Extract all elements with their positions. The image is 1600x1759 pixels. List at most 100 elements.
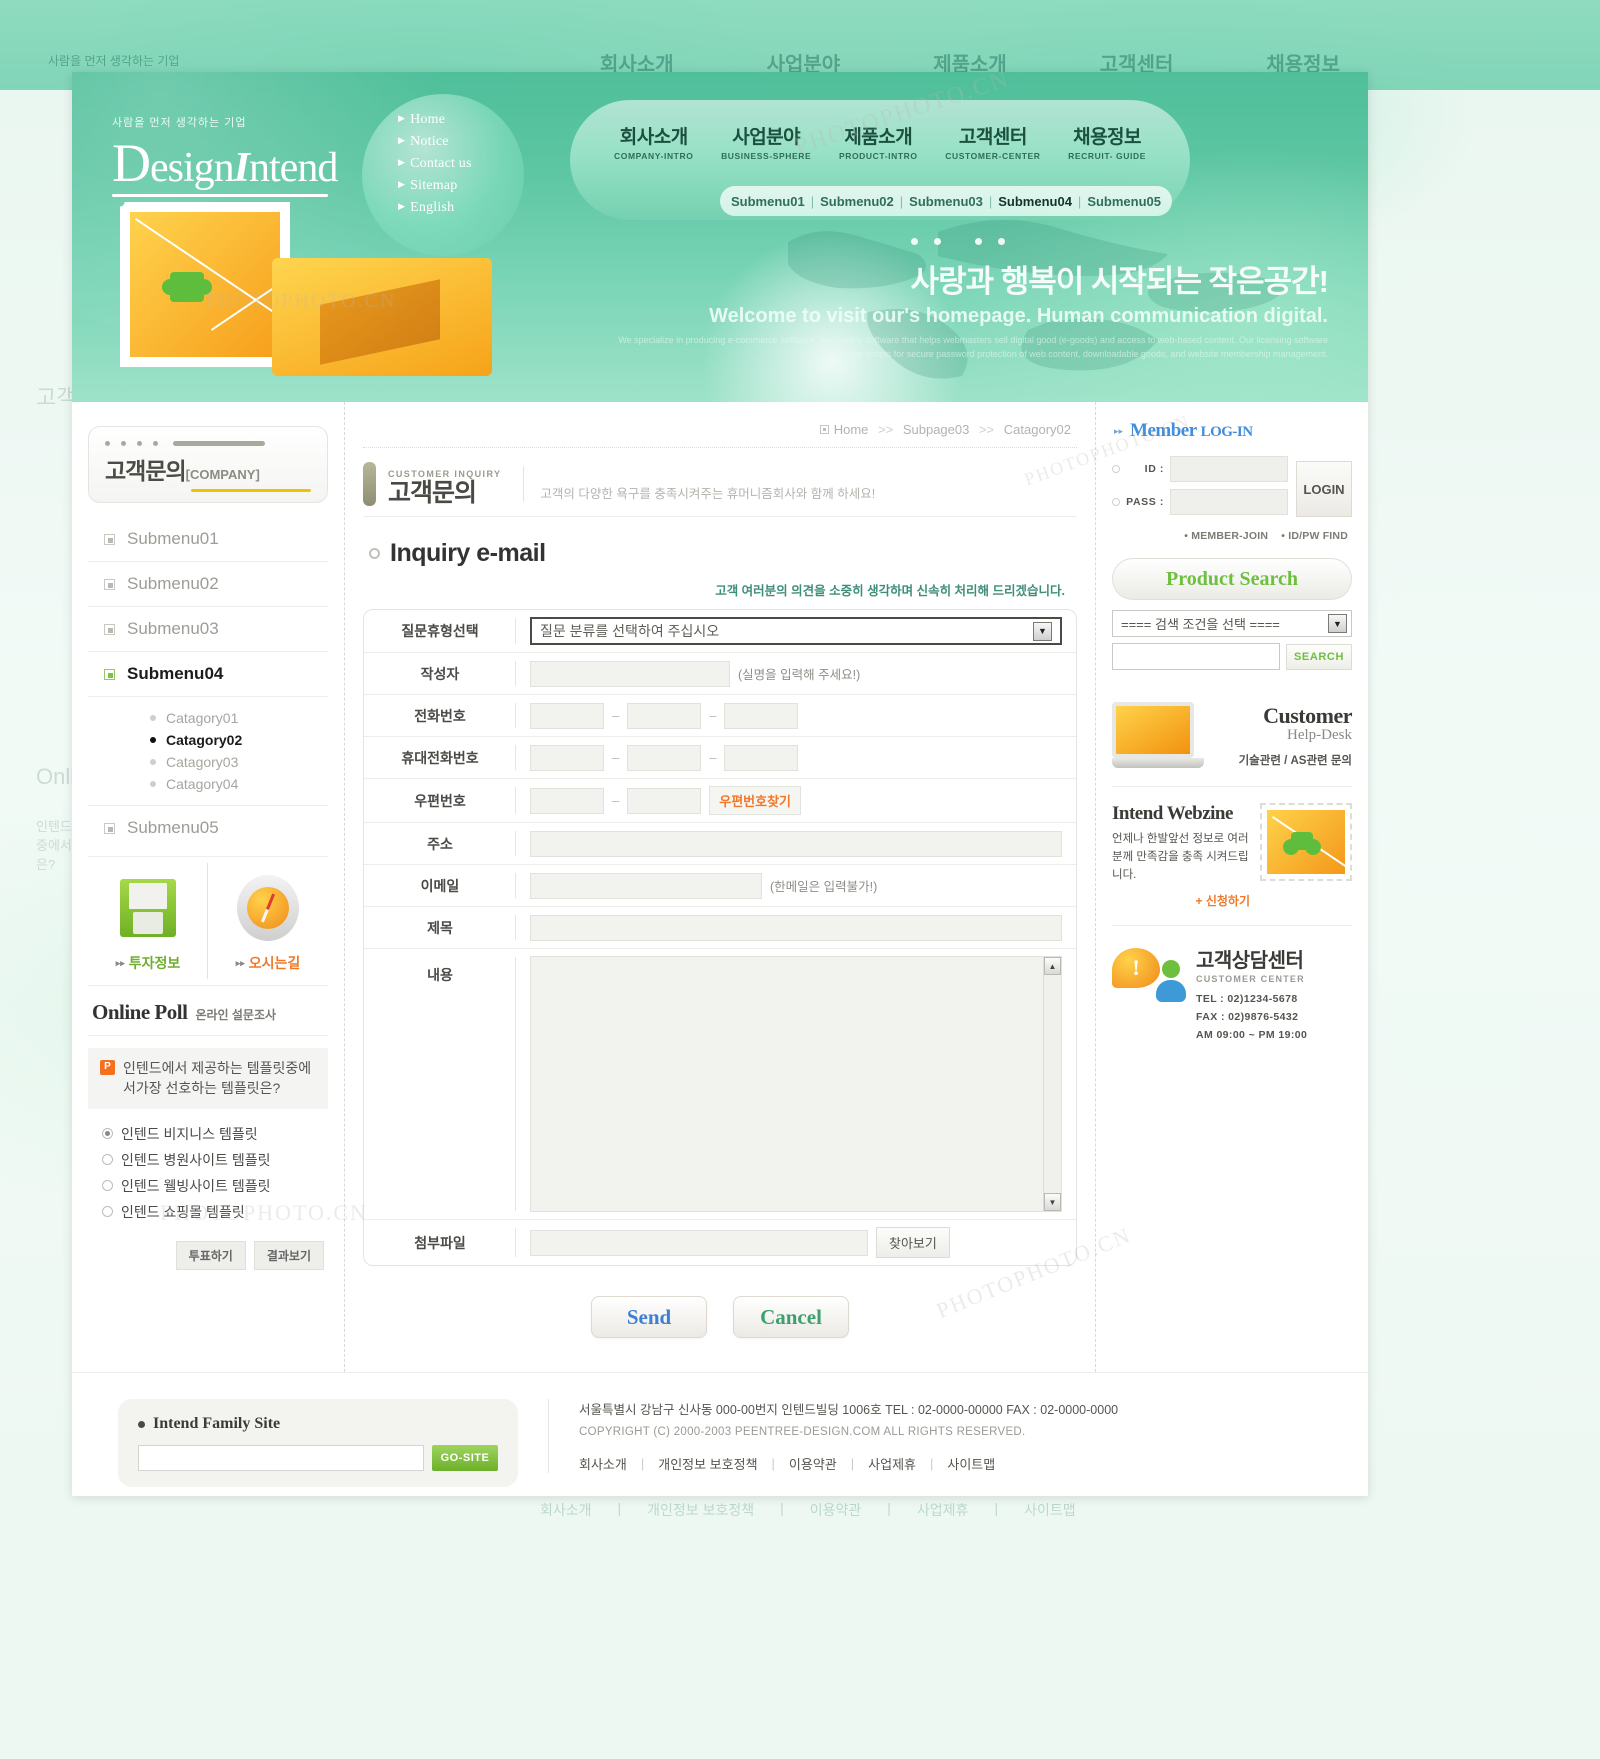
breadcrumb-home[interactable]: Home bbox=[834, 422, 869, 437]
zip-part-2[interactable] bbox=[627, 787, 702, 814]
sidebar-item-label: Submenu05 bbox=[127, 818, 219, 837]
double-arrow-icon: ▸▸ bbox=[115, 958, 125, 968]
author-input[interactable] bbox=[530, 660, 730, 687]
product-search-title[interactable]: Product Search bbox=[1112, 558, 1352, 600]
subject-input[interactable] bbox=[530, 914, 1062, 941]
product-search-select[interactable]: ==== 검색 조건을 선택 ==== ▼ bbox=[1112, 610, 1352, 637]
family-site-select[interactable] bbox=[138, 1445, 424, 1471]
inquiry-type-select[interactable]: 질문 분류를 선택하여 주십시오 ▼ bbox=[530, 617, 1062, 645]
webzine-desc: 언제나 한발앞선 정보로 여러분께 만족감을 충족 시켜드립니다. bbox=[1112, 833, 1249, 881]
login-pass-row: PASS : bbox=[1112, 489, 1288, 515]
section-header: CUSTOMER INQUIRY 고객문의 고객의 다양한 욕구를 충족시켜주는… bbox=[359, 448, 1077, 517]
submenu-sep: | bbox=[988, 193, 993, 209]
poll-option-3[interactable]: 인텐드 웰빙사이트 템플릿 bbox=[102, 1173, 320, 1199]
email-input[interactable] bbox=[530, 872, 762, 899]
sidebar-category-04[interactable]: Catagory04 bbox=[150, 773, 328, 795]
banner-investor-info[interactable]: ▸▸ 투자정보 bbox=[88, 857, 208, 985]
submenu-item-02[interactable]: Submenu02 bbox=[820, 194, 894, 209]
quicknav-label: Sitemap bbox=[410, 178, 458, 193]
quicknav-item-sitemap[interactable]: ▶ Sitemap bbox=[398, 178, 524, 194]
sidebar-item-submenu02[interactable]: Submenu02 bbox=[88, 562, 328, 607]
zip-find-button[interactable]: 우편번호찾기 bbox=[709, 786, 801, 815]
footer-link-sitemap[interactable]: 사이트맵 bbox=[947, 1454, 995, 1473]
poll-option-1[interactable]: 인텐드 비지니스 템플릿 bbox=[102, 1121, 320, 1147]
sidebar-item-submenu05[interactable]: Submenu05 bbox=[88, 806, 328, 850]
radio-icon[interactable] bbox=[102, 1206, 113, 1218]
product-search-input[interactable] bbox=[1112, 643, 1280, 670]
sidebar-category-03[interactable]: Catagory03 bbox=[150, 751, 328, 773]
address-input[interactable] bbox=[530, 830, 1062, 857]
footer-link-privacy[interactable]: 개인정보 보호정책 bbox=[658, 1454, 757, 1473]
quicknav-item-notice[interactable]: ▶ Notice bbox=[398, 134, 524, 150]
help-desk-banner[interactable]: Customer Help-Desk 기술관련 / AS관련 문의 bbox=[1112, 682, 1353, 787]
hero-dot bbox=[911, 238, 918, 245]
sidebar-item-submenu04[interactable]: Submenu04 bbox=[88, 652, 328, 697]
zip-part-1[interactable] bbox=[530, 787, 604, 814]
webzine-apply-link[interactable]: + 신청하기 bbox=[1112, 892, 1250, 909]
id-pw-find-link[interactable]: • ID/PW FIND bbox=[1281, 530, 1348, 542]
dash-separator: – bbox=[709, 750, 717, 765]
quicknav-item-home[interactable]: ▶ Home bbox=[398, 112, 524, 128]
nav-item-product-intro[interactable]: 제품소개 PRODUCT-INTRO bbox=[839, 122, 918, 161]
poll-option-2[interactable]: 인텐드 병원사이트 템플릿 bbox=[102, 1147, 320, 1173]
banner-directions[interactable]: ▸▸ 오시는길 bbox=[208, 857, 328, 985]
webzine-banner: Intend Webzine 언제나 한발앞선 정보로 여러분께 만족감을 충족… bbox=[1112, 787, 1352, 927]
poll-option-4[interactable]: 인텐드 쇼핑몰 템플릿 bbox=[102, 1199, 320, 1225]
scroll-down-icon[interactable]: ▼ bbox=[1044, 1193, 1061, 1211]
nav-item-customer-center[interactable]: 고객센터 CUSTOMER-CENTER bbox=[945, 122, 1040, 161]
chevron-down-icon[interactable]: ▼ bbox=[1033, 621, 1052, 641]
form-field: ▲ ▼ bbox=[516, 949, 1076, 1219]
radio-icon[interactable] bbox=[102, 1128, 113, 1140]
chevron-down-icon[interactable]: ▼ bbox=[1328, 614, 1347, 633]
quicknav-item-contact[interactable]: ▶ Contact us bbox=[398, 156, 524, 172]
breadcrumb-level3[interactable]: Catagory02 bbox=[1004, 422, 1071, 437]
inquiry-form: 질문휴형선택 질문 분류를 선택하여 주십시오 ▼ 작성자 (실명을 입력해 주… bbox=[363, 609, 1077, 1266]
login-id-label: ID : bbox=[1144, 463, 1164, 475]
mobile-part-1[interactable] bbox=[530, 744, 604, 771]
cancel-button[interactable]: Cancel bbox=[733, 1296, 849, 1338]
submenu-item-04[interactable]: Submenu04 bbox=[998, 194, 1072, 209]
mobile-part-3[interactable] bbox=[724, 744, 799, 771]
poll-vote-button[interactable]: 투표하기 bbox=[175, 1240, 246, 1270]
sidebar-item-submenu03[interactable]: Submenu03 bbox=[88, 607, 328, 652]
breadcrumb-level2[interactable]: Subpage03 bbox=[903, 422, 970, 437]
member-join-link[interactable]: • MEMBER-JOIN bbox=[1184, 530, 1268, 542]
nav-item-recruit-guide[interactable]: 채용정보 RECRUIT- GUIDE bbox=[1068, 122, 1146, 161]
nav-item-business-sphere[interactable]: 사업분야 BUSINESS-SPHERE bbox=[721, 122, 811, 161]
textarea-scrollbar[interactable]: ▲ ▼ bbox=[1043, 957, 1061, 1211]
send-button[interactable]: Send bbox=[591, 1296, 707, 1338]
sidebar-item-submenu01[interactable]: Submenu01 bbox=[88, 517, 328, 562]
brand-logo[interactable]: 사람을 먼저 생각하는 기업 DesignIntend bbox=[112, 114, 338, 197]
nav-label-ko: 채용정보 bbox=[1073, 127, 1142, 148]
phone-part-1[interactable] bbox=[530, 702, 604, 729]
scroll-up-icon[interactable]: ▲ bbox=[1044, 957, 1061, 975]
form-label: 작성자 bbox=[364, 653, 516, 694]
hero-copy: 사랑과 행복이 시작되는 작은공간! Welcome to visit our'… bbox=[588, 232, 1329, 361]
nav-item-company-intro[interactable]: 회사소개 COMPANY-INTRO bbox=[614, 122, 693, 161]
submenu-item-01[interactable]: Submenu01 bbox=[731, 194, 805, 209]
phone-part-2[interactable] bbox=[627, 702, 702, 729]
content-textarea[interactable]: ▲ ▼ bbox=[530, 956, 1062, 1212]
footer-link-partnership[interactable]: 사업제휴 bbox=[868, 1454, 916, 1473]
plus-box-icon bbox=[104, 578, 115, 590]
phone-part-3[interactable] bbox=[724, 702, 799, 729]
footer-link-terms[interactable]: 이용약관 bbox=[789, 1454, 837, 1473]
product-search-button[interactable]: SEARCH bbox=[1286, 643, 1352, 670]
submenu-item-05[interactable]: Submenu05 bbox=[1087, 194, 1161, 209]
login-id-input[interactable] bbox=[1170, 456, 1288, 482]
attachment-input[interactable] bbox=[530, 1229, 868, 1256]
login-pass-input[interactable] bbox=[1170, 489, 1288, 515]
browse-button[interactable]: 찾아보기 bbox=[876, 1227, 950, 1258]
sidebar-category-01[interactable]: Catagory01 bbox=[150, 707, 328, 729]
radio-icon[interactable] bbox=[102, 1154, 113, 1166]
login-button[interactable]: LOGIN bbox=[1296, 461, 1352, 517]
submenu-item-03[interactable]: Submenu03 bbox=[909, 194, 983, 209]
poll-result-button[interactable]: 결과보기 bbox=[253, 1240, 324, 1270]
quicknav-item-english[interactable]: ▶ English bbox=[398, 200, 524, 216]
brand-tagline: 사람을 먼저 생각하는 기업 bbox=[112, 117, 247, 129]
mobile-part-2[interactable] bbox=[627, 744, 702, 771]
radio-icon[interactable] bbox=[102, 1180, 113, 1192]
go-site-button[interactable]: GO-SITE bbox=[432, 1445, 498, 1471]
footer-link-company[interactable]: 회사소개 bbox=[579, 1454, 627, 1473]
sidebar-category-02[interactable]: Catagory02 bbox=[150, 729, 328, 751]
